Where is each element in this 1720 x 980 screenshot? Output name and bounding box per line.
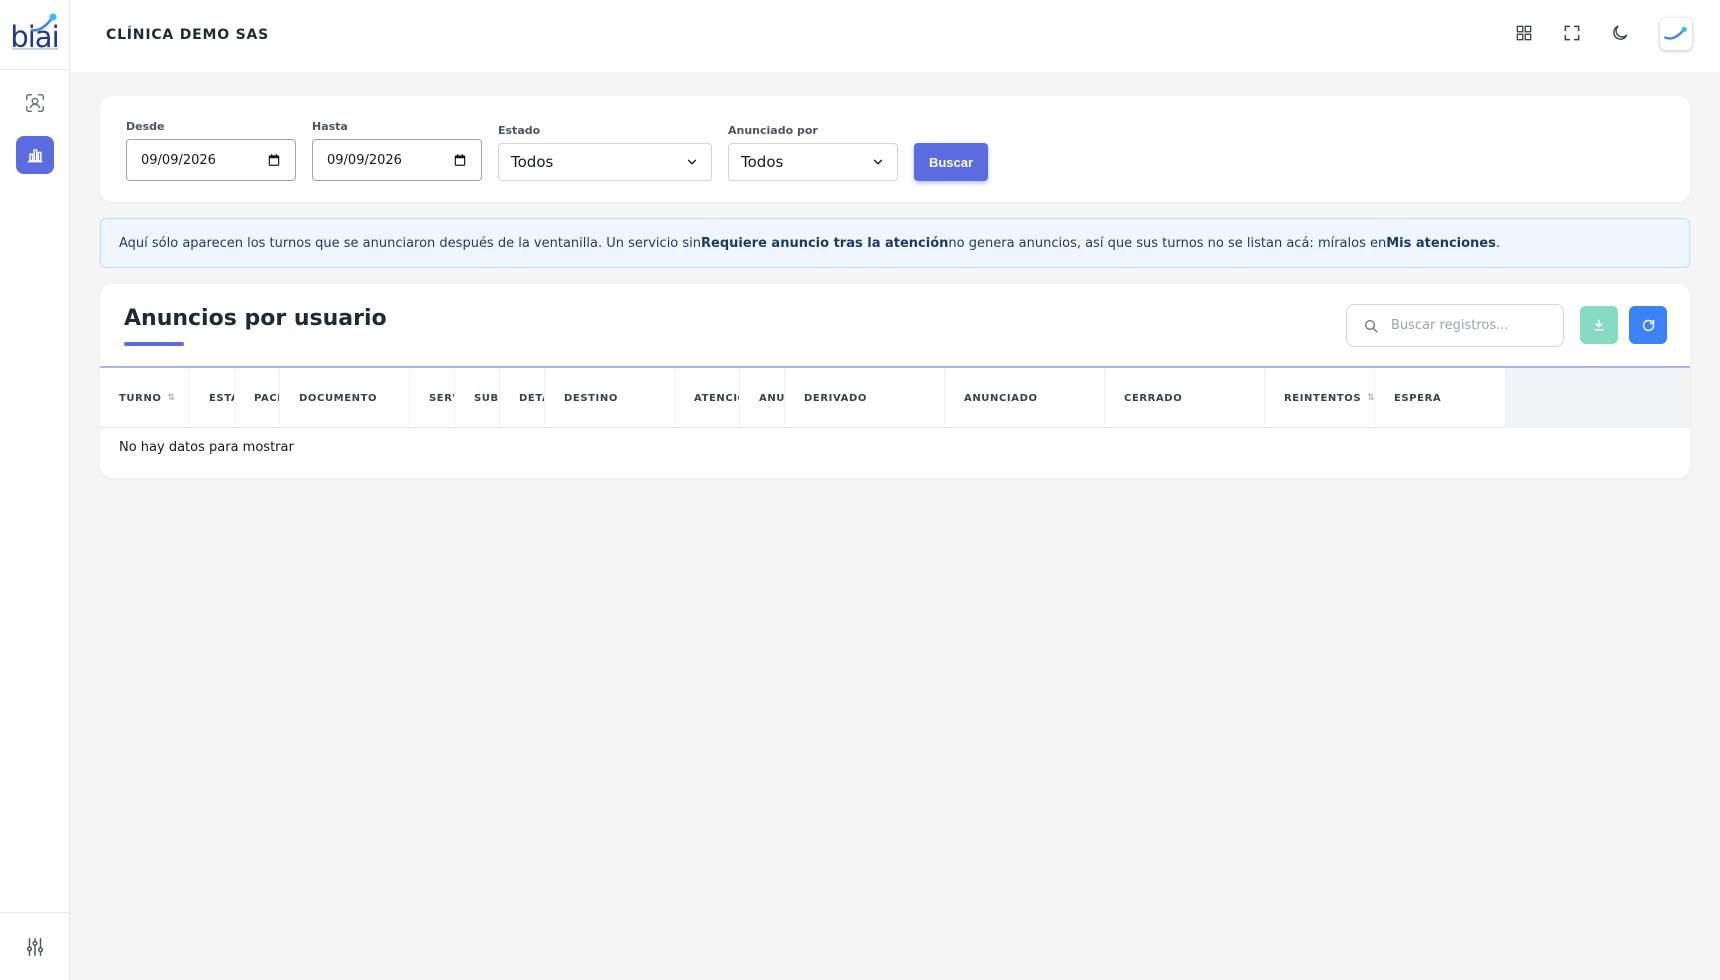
th-anunciado-label: ANUNCIADO [964, 392, 1038, 404]
anuncios-table-card: Anuncios por usuario TURNO ⇅ ESTADO PACI… [100, 284, 1690, 478]
alert-text-1: Aquí sólo aparecen los turnos que se anu… [119, 235, 702, 251]
buscar-button[interactable]: Buscar [914, 143, 988, 181]
th-detalle-label: DETALLE [519, 392, 544, 404]
header-filler [1506, 368, 1690, 428]
th-destino[interactable]: DESTINO [545, 368, 675, 428]
sidebar: biai [0, 0, 70, 980]
calendar-icon [454, 154, 466, 166]
logo-swoosh-icon [30, 13, 57, 32]
sort-icon: ⇅ [167, 393, 176, 403]
grid-icon [1516, 25, 1532, 41]
refresh-button[interactable] [1629, 306, 1667, 344]
search-input[interactable] [1391, 318, 1551, 333]
sort-icon: ⇅ [1367, 393, 1375, 403]
estado-label: Estado [498, 124, 541, 137]
th-paciente-label: PACIENTE [254, 392, 280, 404]
sidebar-settings[interactable] [0, 912, 70, 980]
apps-grid-button[interactable] [1511, 20, 1537, 46]
chevron-down-icon [687, 159, 697, 165]
th-estado-label: ESTADO [209, 392, 234, 404]
topbar: CLÍNICA DEMO SAS [70, 0, 1720, 72]
theme-toggle-button[interactable] [1607, 20, 1633, 46]
th-cerrado-label: CERRADO [1124, 392, 1183, 404]
table-title: Anuncios por usuario [124, 306, 387, 331]
th-destino-label: DESTINO [564, 392, 618, 404]
download-button[interactable] [1580, 306, 1618, 344]
face-scan-icon [26, 94, 44, 112]
th-servicio[interactable]: SERVICIO [410, 368, 455, 428]
th-reintentos-label: REINTENTOS [1284, 392, 1362, 404]
th-reintentos[interactable]: REINTENTOS ⇅ [1265, 368, 1375, 428]
th-espera-label: ESPERA [1394, 392, 1442, 404]
user-avatar[interactable] [1660, 18, 1692, 50]
hasta-label: Hasta [312, 120, 348, 133]
th-anuncios[interactable]: ANUNCIOS [740, 368, 785, 428]
th-turno-label: TURNO [119, 392, 162, 404]
hasta-value: 09/09/2026 [327, 152, 402, 168]
estado-value: Todos [511, 153, 554, 171]
hasta-date-input[interactable]: 09/09/2026 [312, 139, 482, 181]
desde-label: Desde [126, 120, 165, 133]
th-detalle[interactable]: DETALLE [500, 368, 545, 428]
th-documento-label: DOCUMENTO [299, 392, 378, 404]
desde-date-input[interactable]: 09/09/2026 [126, 139, 296, 181]
search-icon [1365, 319, 1378, 333]
sidebar-item-reports[interactable] [16, 136, 54, 174]
anunciado-label: Anunciado por [728, 124, 818, 137]
th-documento[interactable]: DOCUMENTO [280, 368, 410, 428]
avatar-logo-icon [1664, 26, 1687, 40]
filters-panel: Desde 09/09/2026 Hasta 09/09/2026 Estado… [100, 96, 1690, 202]
anunciado-value: Todos [741, 153, 784, 171]
th-derivado[interactable]: DERIVADO [785, 368, 945, 428]
desde-value: 09/09/2026 [141, 152, 216, 168]
th-espera[interactable]: ESPERA [1375, 368, 1506, 428]
anunciado-select[interactable]: Todos [728, 143, 898, 181]
th-anuncios-label: ANUNCIOS [759, 392, 785, 404]
th-subservicio[interactable]: SUBSERVICIO [455, 368, 500, 428]
th-servicio-label: SERVICIO [429, 392, 454, 404]
moon-icon [1613, 25, 1628, 40]
alert-bold-mis-atenciones: Mis atenciones [1386, 235, 1496, 251]
company-name: CLÍNICA DEMO SAS [106, 27, 270, 43]
fullscreen-button[interactable] [1559, 20, 1585, 46]
title-underline [124, 342, 184, 346]
th-estado[interactable]: ESTADO [190, 368, 235, 428]
chevron-down-icon [873, 159, 883, 165]
th-anunciado[interactable]: ANUNCIADO [945, 368, 1105, 428]
logo-tagline [12, 48, 58, 50]
alert-text-2: no genera anuncios, así que sus turnos n… [948, 235, 1387, 251]
th-atencion-label: ATENCIÓN [694, 392, 739, 404]
info-alert: Aquí sólo aparecen los turnos que se anu… [100, 218, 1690, 268]
empty-message: No hay datos para mostrar [119, 440, 294, 455]
alert-bold-requiere: Requiere anuncio tras la atención [701, 235, 949, 251]
th-subservicio-label: SUBSERVICIO [474, 392, 499, 404]
refresh-icon [1642, 319, 1654, 331]
th-turno[interactable]: TURNO ⇅ [100, 368, 190, 428]
fullscreen-icon [1564, 25, 1580, 41]
brand-logo[interactable]: biai [0, 0, 69, 70]
sidebar-item-face-scan[interactable] [16, 84, 54, 122]
th-derivado-label: DERIVADO [804, 392, 867, 404]
sliders-icon [26, 937, 44, 956]
calendar-icon [268, 154, 280, 166]
alert-text-3: . [1495, 235, 1500, 251]
th-atencion[interactable]: ATENCIÓN [675, 368, 740, 428]
th-cerrado[interactable]: CERRADO [1105, 368, 1265, 428]
estado-select[interactable]: Todos [498, 143, 712, 181]
th-paciente[interactable]: PACIENTE [235, 368, 280, 428]
bar-chart-icon [27, 149, 43, 163]
table-search [1346, 304, 1564, 347]
download-icon [1594, 319, 1604, 331]
table-header: TURNO ⇅ ESTADO PACIENTE DOCUMENTO SERVIC… [100, 368, 1690, 428]
